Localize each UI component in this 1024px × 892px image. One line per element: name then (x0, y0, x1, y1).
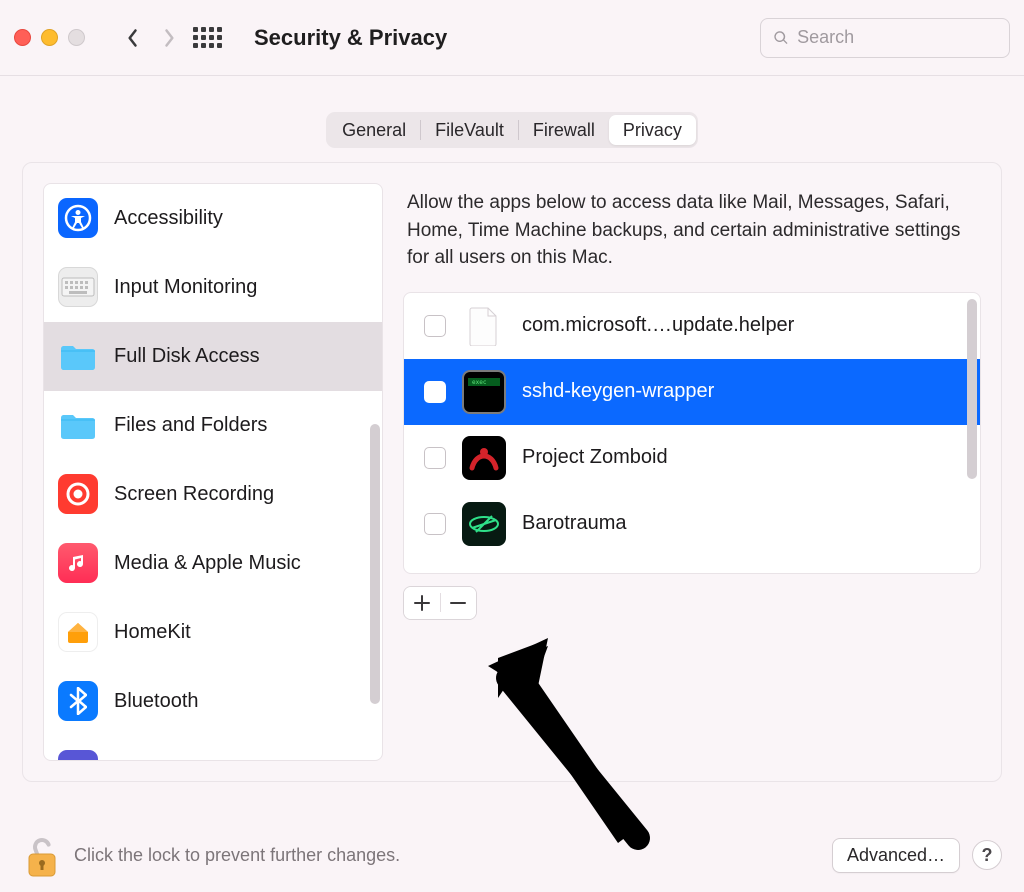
advanced-button[interactable]: Advanced… (832, 838, 960, 873)
music-icon (58, 543, 98, 583)
plus-icon (414, 595, 430, 611)
app-row[interactable]: Barotrauma (404, 491, 980, 557)
keyboard-icon (58, 267, 98, 307)
bluetooth-icon (58, 681, 98, 721)
app-row[interactable]: exec sshd-keygen-wrapper (404, 359, 980, 425)
app-row[interactable]: Project Zomboid (404, 425, 980, 491)
moon-icon (58, 750, 98, 760)
unlock-icon (23, 834, 61, 878)
show-all-button[interactable] (193, 27, 222, 48)
sidebar-item-label: Screen Recording (114, 483, 274, 506)
app-list-scrollbar[interactable] (967, 299, 977, 479)
add-app-button[interactable] (404, 587, 440, 619)
minimize-window-button[interactable] (41, 29, 58, 46)
sidebar-item-homekit[interactable]: HomeKit (44, 598, 382, 667)
back-button[interactable] (115, 20, 151, 56)
sidebar-item-files-and-folders[interactable]: Files and Folders (44, 391, 382, 460)
sidebar-item-label: Input Monitoring (114, 276, 257, 299)
sidebar-scrollbar[interactable] (370, 424, 380, 704)
tab-bar: General FileVault Firewall Privacy (326, 112, 698, 148)
app-row[interactable]: com.microsoft.…update.helper (404, 293, 980, 359)
terminal-icon: exec (462, 370, 506, 414)
app-checkbox[interactable] (424, 447, 446, 469)
app-checkbox[interactable] (424, 315, 446, 337)
zoom-window-button[interactable] (68, 29, 85, 46)
app-checkbox[interactable] (424, 513, 446, 535)
tab-general[interactable]: General (328, 115, 420, 145)
app-list[interactable]: com.microsoft.…update.helper exec sshd-k… (403, 292, 981, 574)
folder-icon (58, 336, 98, 376)
page-title: Security & Privacy (254, 25, 447, 51)
sidebar-item-label: Files and Folders (114, 414, 267, 437)
permission-description: Allow the apps below to access data like… (403, 183, 981, 292)
accessibility-icon (58, 198, 98, 238)
home-icon (58, 612, 98, 652)
sidebar-item-label: Media & Apple Music (114, 552, 301, 575)
app-label: sshd-keygen-wrapper (522, 380, 714, 403)
barotrauma-icon (462, 502, 506, 546)
sidebar-item-label: Bluetooth (114, 690, 199, 713)
sidebar-item-label: HomeKit (114, 621, 191, 644)
zomboid-icon (462, 436, 506, 480)
lock-hint: Click the lock to prevent further change… (74, 845, 400, 866)
help-button[interactable]: ? (972, 840, 1002, 870)
sidebar-item-accessibility[interactable]: Accessibility (44, 184, 382, 253)
add-remove-control (403, 586, 477, 620)
app-label: com.microsoft.…update.helper (522, 314, 794, 337)
forward-button[interactable] (151, 20, 187, 56)
tab-privacy[interactable]: Privacy (609, 115, 696, 145)
remove-app-button[interactable] (441, 587, 477, 619)
folder-icon (58, 405, 98, 445)
sidebar-item-input-monitoring[interactable]: Input Monitoring (44, 253, 382, 322)
tab-firewall[interactable]: Firewall (519, 115, 609, 145)
app-label: Barotrauma (522, 512, 627, 535)
record-icon (58, 474, 98, 514)
search-field[interactable] (760, 18, 1010, 58)
lock-button[interactable] (22, 832, 62, 878)
window-controls[interactable] (14, 29, 85, 46)
sidebar-item-label: Accessibility (114, 207, 223, 230)
app-label: Project Zomboid (522, 446, 668, 469)
sidebar-item-user-availability[interactable]: User Availability (44, 736, 382, 760)
svg-text:exec: exec (472, 379, 487, 386)
sidebar-item-full-disk-access[interactable]: Full Disk Access (44, 322, 382, 391)
tab-filevault[interactable]: FileVault (421, 115, 518, 145)
sidebar-item-media-apple-music[interactable]: Media & Apple Music (44, 529, 382, 598)
privacy-category-list[interactable]: Accessibility Input Monitoring Full Disk… (43, 183, 383, 761)
sidebar-item-label: User Availability (114, 759, 255, 761)
search-icon (773, 29, 789, 47)
sidebar-item-label: Full Disk Access (114, 345, 260, 368)
app-checkbox[interactable] (424, 381, 446, 403)
document-icon (462, 304, 506, 348)
search-input[interactable] (797, 27, 997, 48)
sidebar-item-bluetooth[interactable]: Bluetooth (44, 667, 382, 736)
close-window-button[interactable] (14, 29, 31, 46)
sidebar-item-screen-recording[interactable]: Screen Recording (44, 460, 382, 529)
minus-icon (450, 595, 466, 611)
